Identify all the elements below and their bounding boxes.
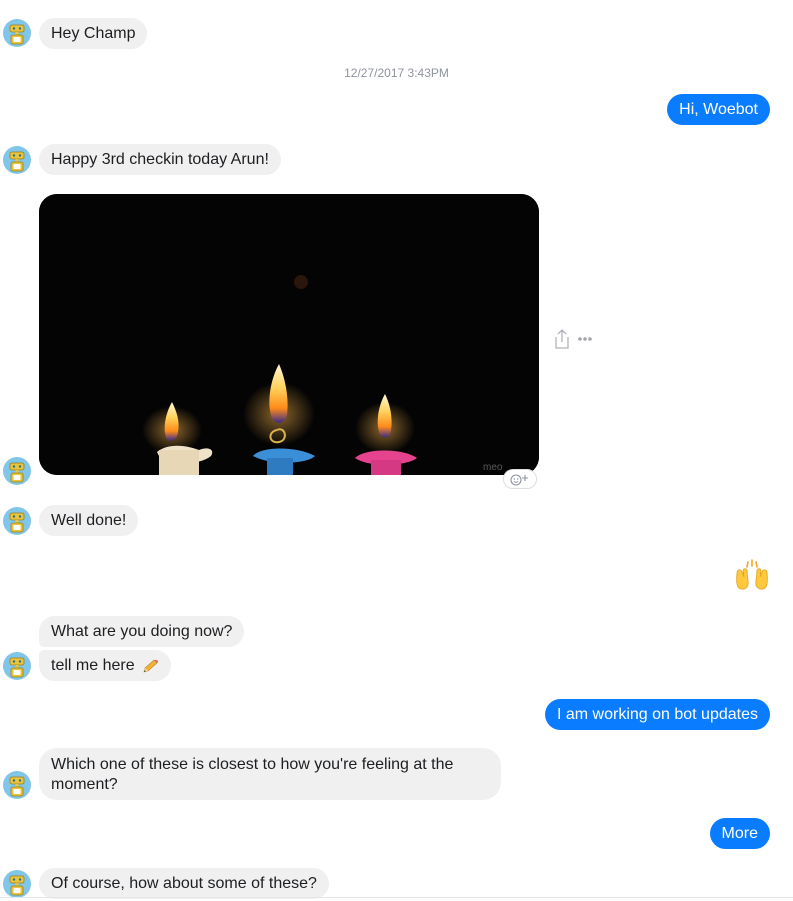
outgoing-message: Hi, Woebot	[667, 94, 770, 125]
candles-icon	[39, 194, 539, 475]
top-options-icon	[352, 0, 378, 2]
woebot-avatar-icon[interactable]	[3, 652, 31, 680]
add-reaction-button[interactable]	[503, 469, 537, 489]
incoming-message: Which one of these is closest to how you…	[39, 748, 501, 800]
woebot-avatar-icon[interactable]	[3, 507, 31, 535]
add-reaction-icon	[510, 474, 528, 486]
media-actions	[555, 329, 592, 349]
woebot-avatar-icon[interactable]	[3, 146, 31, 174]
incoming-message: Hey Champ	[39, 18, 148, 49]
share-icon[interactable]	[555, 329, 569, 349]
woebot-avatar-icon[interactable]	[3, 19, 31, 47]
incoming-message: tell me here	[39, 650, 171, 681]
more-options-icon[interactable]	[578, 337, 592, 341]
outgoing-message: More	[709, 818, 770, 849]
incoming-message: Of course, how about some of these?	[39, 868, 329, 899]
raising-hands-icon	[736, 559, 768, 590]
divider	[0, 897, 793, 898]
woebot-avatar-icon[interactable]	[3, 457, 31, 485]
woebot-avatar-icon[interactable]	[3, 771, 31, 799]
incoming-message: What are you doing now?	[39, 616, 245, 647]
media-watermark: meo	[483, 462, 503, 473]
incoming-message: Happy 3rd checkin today Arun!	[39, 144, 281, 175]
woebot-avatar-icon[interactable]	[3, 870, 31, 898]
incoming-message: Well done!	[39, 505, 139, 536]
outgoing-message: I am working on bot updates	[544, 699, 770, 730]
candles-gif-image[interactable]: meo	[39, 194, 539, 475]
message-timestamp: 12/27/2017 3:43PM	[344, 66, 449, 80]
pencil-icon	[143, 659, 158, 673]
message-text: tell me here	[51, 657, 135, 674]
